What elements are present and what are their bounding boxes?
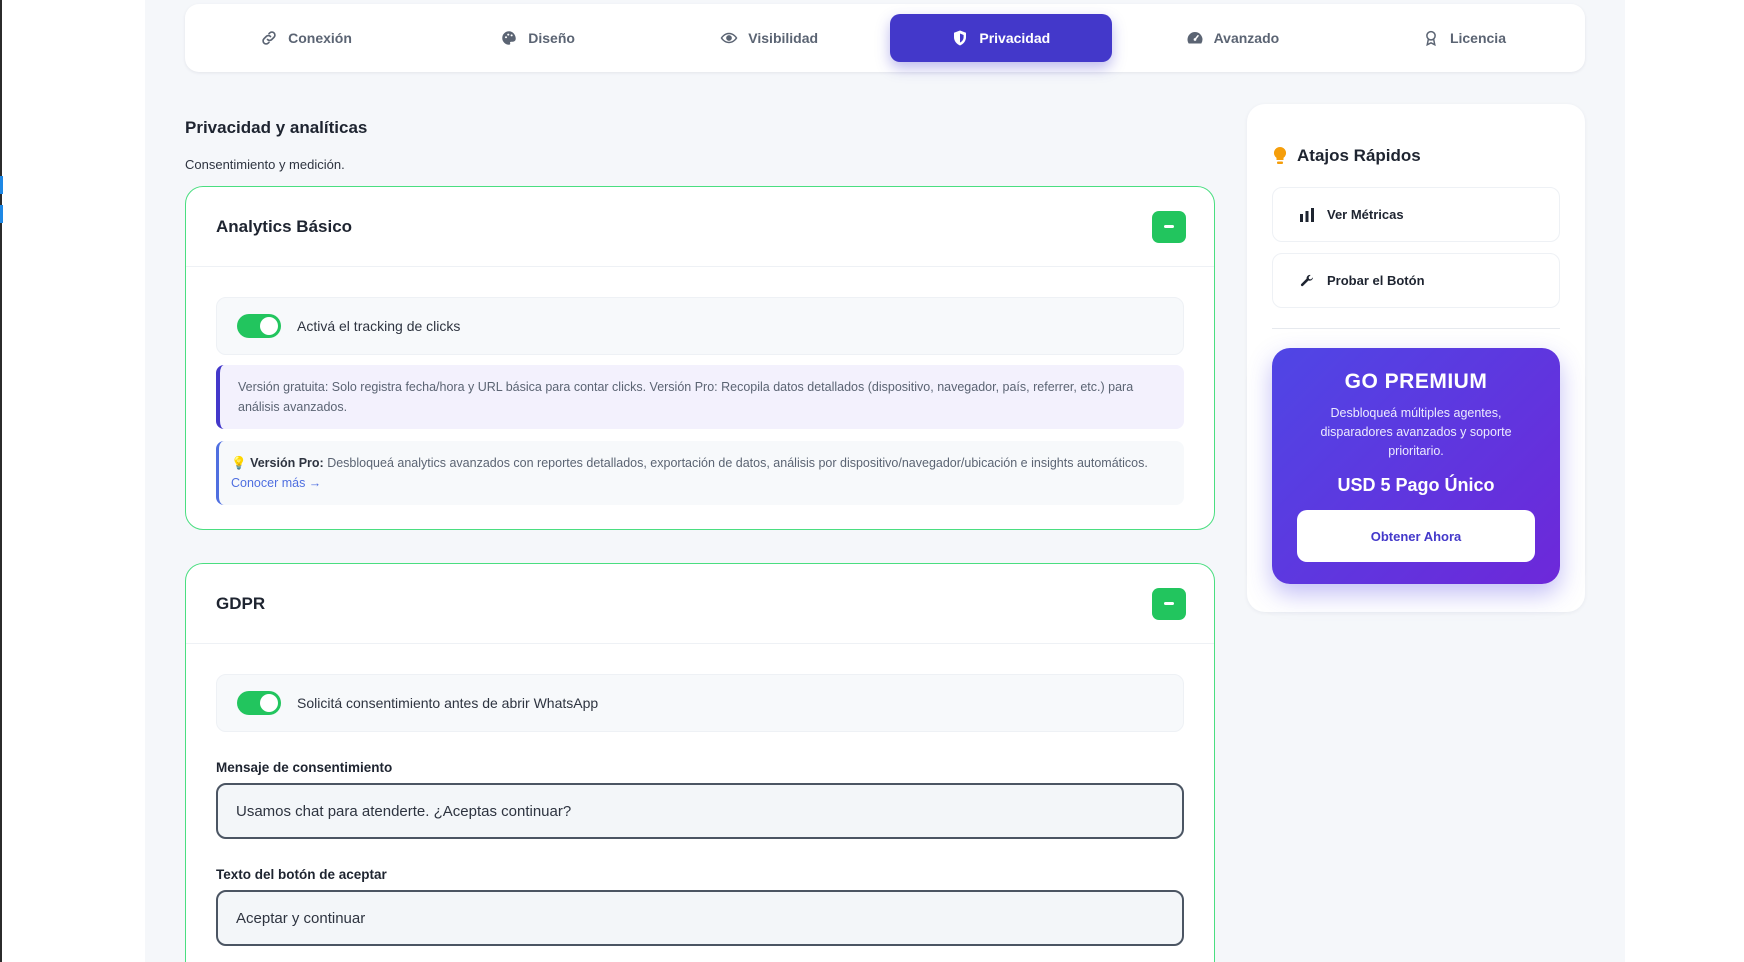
tab-conexion[interactable]: Conexión bbox=[195, 14, 417, 62]
tab-visibilidad[interactable]: Visibilidad bbox=[658, 14, 880, 62]
analytics-collapse-button[interactable] bbox=[1152, 210, 1186, 243]
tracking-toggle[interactable] bbox=[237, 314, 281, 338]
analytics-card-header[interactable]: Analytics Básico bbox=[186, 187, 1214, 267]
window-edge bbox=[0, 0, 2, 962]
analytics-card-title: Analytics Básico bbox=[216, 216, 353, 236]
link-icon bbox=[262, 31, 276, 45]
tab-privacidad[interactable]: Privacidad bbox=[889, 14, 1112, 62]
accept-text-field bbox=[216, 890, 1184, 946]
settings-tabs: Conexión Diseño Visibilidad Privacidad A… bbox=[185, 4, 1585, 72]
quick-actions-header: Atajos Rápidos bbox=[1273, 146, 1421, 166]
wrench-icon bbox=[1300, 274, 1314, 286]
premium-card: GO PREMIUM Desbloqueá múltiples agentes,… bbox=[1272, 348, 1560, 584]
learn-more-link[interactable]: Conocer más → bbox=[231, 476, 321, 490]
gauge-icon bbox=[1187, 32, 1203, 44]
tab-label: Visibilidad bbox=[748, 30, 819, 46]
page-subtitle: Consentimiento y medición. bbox=[185, 157, 345, 172]
bar-chart-icon bbox=[1300, 207, 1314, 222]
minus-icon bbox=[1164, 602, 1174, 605]
gdpr-card-header[interactable]: GDPR bbox=[186, 564, 1214, 644]
lightbulb-icon: 💡 bbox=[231, 456, 247, 470]
consent-message-input[interactable] bbox=[236, 802, 1164, 820]
consent-toggle[interactable] bbox=[237, 691, 281, 715]
minus-icon bbox=[1164, 225, 1174, 228]
analytics-card: Analytics Básico Activá el tracking de c… bbox=[185, 186, 1215, 530]
analytics-info-note: Versión gratuita: Solo registra fecha/ho… bbox=[216, 365, 1184, 429]
consent-toggle-label: Solicitá consentimiento antes de abrir W… bbox=[297, 695, 599, 711]
lightbulb-icon bbox=[1273, 146, 1287, 164]
sidebar-divider bbox=[1272, 328, 1560, 329]
pro-text: Desbloqueá analytics avanzados con repor… bbox=[327, 456, 1148, 470]
page-title: Privacidad y analíticas bbox=[185, 118, 368, 137]
accept-text-input[interactable] bbox=[236, 909, 1164, 927]
view-metrics-button[interactable]: Ver Métricas bbox=[1272, 187, 1560, 242]
consent-toggle-row: Solicitá consentimiento antes de abrir W… bbox=[216, 674, 1184, 732]
premium-price: USD 5 Pago Único bbox=[1337, 475, 1495, 495]
edge-marker bbox=[0, 205, 3, 223]
test-button-label: Probar el Botón bbox=[1327, 273, 1425, 288]
accept-text-label: Texto del botón de aceptar bbox=[216, 867, 387, 882]
shield-icon bbox=[954, 30, 967, 46]
premium-description: Desbloqueá múltiples agentes, disparador… bbox=[1320, 406, 1512, 458]
quick-actions-sidebar: Atajos Rápidos Ver Métricas Probar el Bo… bbox=[1247, 104, 1585, 612]
pro-label: Versión Pro: bbox=[250, 456, 324, 470]
tab-licencia[interactable]: Licencia bbox=[1353, 14, 1575, 62]
pro-upsell-note: 💡 Versión Pro: Desbloqueá analytics avan… bbox=[216, 441, 1184, 505]
tab-diseno[interactable]: Diseño bbox=[427, 14, 649, 62]
tab-label: Privacidad bbox=[979, 30, 1051, 46]
edge-marker bbox=[0, 176, 3, 194]
gdpr-card-title: GDPR bbox=[216, 593, 266, 613]
test-button-button[interactable]: Probar el Botón bbox=[1272, 253, 1560, 308]
tab-label: Avanzado bbox=[1213, 30, 1280, 46]
view-metrics-label: Ver Métricas bbox=[1327, 207, 1404, 222]
palette-icon bbox=[502, 31, 516, 45]
tab-label: Conexión bbox=[288, 30, 352, 46]
tab-avanzado[interactable]: Avanzado bbox=[1121, 14, 1343, 62]
premium-title: GO PREMIUM bbox=[1344, 370, 1488, 393]
eye-icon bbox=[720, 32, 738, 44]
gdpr-card: GDPR Solicitá consentimiento antes de ab… bbox=[185, 563, 1215, 962]
consent-message-label: Mensaje de consentimiento bbox=[216, 760, 393, 775]
gdpr-collapse-button[interactable] bbox=[1152, 587, 1186, 620]
tracking-toggle-row: Activá el tracking de clicks bbox=[216, 297, 1184, 355]
award-icon bbox=[1426, 30, 1436, 47]
tab-label: Diseño bbox=[528, 30, 575, 46]
tab-label: Licencia bbox=[1449, 30, 1506, 46]
tracking-toggle-label: Activá el tracking de clicks bbox=[297, 318, 461, 334]
quick-actions-title: Atajos Rápidos bbox=[1297, 146, 1421, 165]
get-now-button[interactable]: Obtener Ahora bbox=[1297, 510, 1535, 562]
consent-message-field bbox=[216, 783, 1184, 839]
